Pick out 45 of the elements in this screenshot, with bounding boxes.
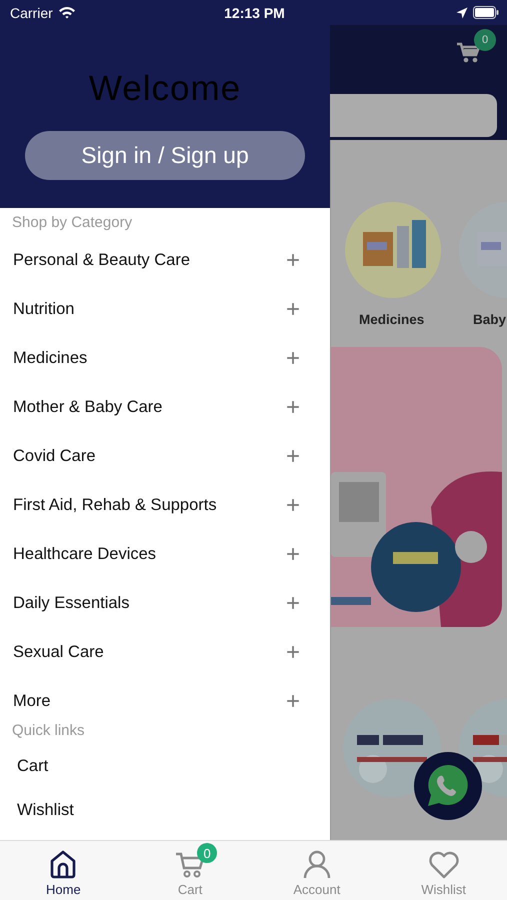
welcome-title: Welcome	[88, 69, 242, 109]
expand-icon[interactable]: +	[286, 248, 300, 272]
search-field[interactable]	[330, 94, 497, 137]
clock-time: 12:13 PM	[224, 4, 285, 20]
category-item[interactable]: Covid Care	[13, 447, 96, 466]
wifi-icon	[58, 6, 76, 19]
category-item[interactable]: First Aid, Rehab & Supports	[13, 496, 217, 515]
category-item[interactable]: Daily Essentials	[13, 594, 130, 613]
sign-in-button[interactable]: Sign in / Sign up	[25, 131, 305, 180]
expand-icon[interactable]: +	[286, 542, 300, 566]
tab-item[interactable]: Account	[254, 841, 380, 900]
category-label: Medicines	[359, 312, 424, 327]
tab-item[interactable]: Wishlist	[380, 841, 507, 900]
expand-icon[interactable]: +	[286, 298, 300, 322]
quick-link[interactable]: Wishlist	[0, 788, 91, 832]
expand-icon[interactable]: +	[286, 640, 300, 664]
expand-icon[interactable]: +	[286, 444, 300, 468]
category-item[interactable]: Nutrition	[13, 300, 74, 319]
expand-icon[interactable]: +	[286, 346, 300, 370]
category-item[interactable]: More	[13, 692, 51, 711]
cart-count-badge: 0	[474, 29, 496, 51]
category-item[interactable]: Healthcare Devices	[13, 545, 156, 564]
account-icon	[302, 849, 332, 879]
category-item[interactable]: Medicines	[13, 349, 88, 368]
cart-icon[interactable]	[456, 41, 482, 65]
expand-icon[interactable]: +	[286, 494, 300, 518]
expand-icon[interactable]: +	[286, 690, 300, 714]
category-label: Baby	[473, 312, 506, 327]
tab-item[interactable]: Home	[0, 841, 127, 900]
expand-icon[interactable]: +	[286, 592, 300, 616]
carrier-name: Carrier	[10, 4, 53, 20]
location-arrow-icon	[456, 6, 468, 18]
home-icon	[49, 849, 78, 879]
chat-button[interactable]	[414, 752, 482, 820]
tab-item[interactable]: 0 Cart	[126, 841, 254, 900]
section-heading: Quick links	[11, 722, 86, 741]
category-item[interactable]: Mother & Baby Care	[13, 398, 162, 417]
count-badge: 0	[197, 843, 218, 863]
expand-icon[interactable]: +	[286, 396, 300, 420]
quick-link[interactable]: Cart	[0, 744, 66, 788]
category-item[interactable]: Sexual Care	[13, 643, 104, 662]
section-heading: Shop by Category	[11, 213, 134, 233]
battery-icon	[472, 6, 499, 19]
category-item[interactable]: Personal & Beauty Care	[13, 251, 190, 270]
heart-icon	[428, 851, 460, 879]
